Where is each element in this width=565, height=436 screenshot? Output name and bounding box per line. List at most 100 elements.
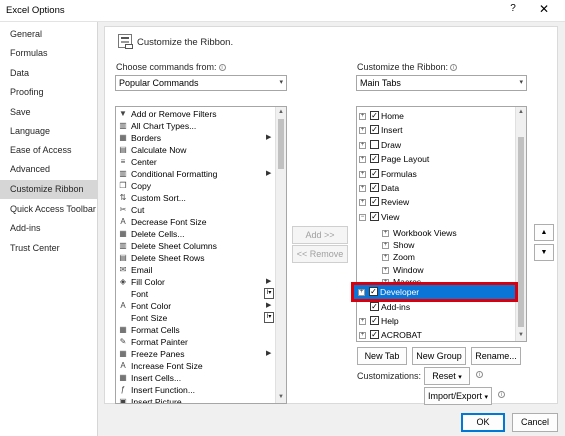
command-item[interactable]: ✉ Email — [118, 264, 278, 276]
command-item[interactable]: ✂ Cut — [118, 204, 278, 216]
tab-checkbox[interactable]: ✓ — [370, 111, 379, 120]
command-item[interactable]: Font Size I▾ — [118, 312, 278, 324]
expand-icon[interactable]: + — [359, 127, 366, 135]
expand-icon[interactable]: + — [359, 185, 366, 192]
scroll-down-icon[interactable]: ▼ — [516, 330, 526, 341]
tab-checkbox[interactable]: ✓ — [370, 197, 379, 207]
sidebar-item-ease-of-access[interactable]: Ease of Access — [0, 141, 97, 160]
scroll-thumb[interactable] — [278, 119, 284, 169]
sidebar-item-save[interactable]: Save — [0, 103, 97, 122]
tab-checkbox[interactable]: ✓ — [370, 330, 379, 339]
command-label: Borders — [131, 133, 162, 143]
sidebar-item-advanced[interactable]: Advanced — [0, 160, 97, 179]
expand-icon[interactable]: + — [359, 332, 366, 339]
command-item[interactable]: ≡ Center — [118, 156, 278, 168]
remove-button[interactable]: << Remove — [292, 245, 348, 263]
tab-checkbox[interactable]: ✓ — [370, 316, 379, 325]
sidebar-item-quick-access-toolbar[interactable]: Quick Access Toolbar — [0, 200, 97, 219]
tab-checkbox[interactable] — [370, 139, 379, 149]
ok-button[interactable]: OK — [461, 413, 505, 432]
expand-icon[interactable]: + — [382, 230, 389, 237]
expand-icon[interactable]: + — [382, 266, 389, 274]
tab-insert[interactable]: + ✓ Insert — [359, 124, 509, 136]
tab-review[interactable]: + ✓ Review — [359, 196, 509, 208]
expand-icon[interactable]: + — [359, 199, 366, 207]
tab-checkbox[interactable]: ✓ — [370, 168, 379, 178]
group-item[interactable]: + Workbook Views — [382, 227, 502, 239]
reset-button[interactable]: Reset ▾ — [424, 367, 470, 385]
commands-list[interactable]: ▲ ▼ ▼ Add or Remove Filters ▥ All Chart Typ… — [115, 106, 287, 404]
command-item[interactable]: ▥ All Chart Types... — [118, 120, 278, 132]
tab-acrobat[interactable]: + ✓ ACROBAT — [359, 329, 509, 341]
expand-icon[interactable]: + — [359, 141, 366, 149]
tabs-scrollbar[interactable]: ▲ ▼ — [515, 107, 526, 341]
tab-help[interactable]: + ✓ Help — [359, 315, 509, 327]
expand-icon[interactable]: − — [359, 213, 366, 221]
new-tab-button[interactable]: New Tab — [357, 347, 407, 365]
help-button[interactable]: ? — [504, 3, 522, 19]
command-item[interactable]: ▦ Delete Cells... — [118, 228, 278, 240]
command-item[interactable]: A Decrease Font Size — [118, 216, 278, 228]
move-down-button[interactable]: ▼ — [534, 244, 554, 261]
command-item[interactable]: ◈ Fill Color ▶ — [118, 276, 278, 288]
tab-data[interactable]: + ✓ Data — [359, 182, 509, 194]
command-item[interactable]: ▥ Conditional Formatting ▶ — [118, 168, 278, 180]
expand-icon[interactable]: + — [359, 170, 366, 178]
expand-icon[interactable]: + — [382, 254, 389, 262]
sidebar-item-proofing[interactable]: Proofing — [0, 83, 97, 102]
expand-icon[interactable]: + — [382, 242, 389, 250]
sidebar-item-trust-center[interactable]: Trust Center — [0, 239, 97, 258]
add-button[interactable]: Add >> — [292, 226, 348, 244]
command-item[interactable]: ✎ Format Painter — [118, 336, 278, 348]
group-item[interactable]: + Zoom — [382, 251, 502, 263]
tab-checkbox[interactable]: ✓ — [370, 211, 379, 221]
tab-checkbox[interactable]: ✓ — [370, 154, 379, 164]
command-item[interactable]: ƒ Insert Function... — [118, 384, 278, 396]
command-item[interactable]: ▤ Calculate Now — [118, 144, 278, 156]
group-item[interactable]: + Window — [382, 264, 502, 276]
expand-icon[interactable]: + — [359, 156, 366, 164]
command-item[interactable]: ▦ Borders ▶ — [118, 132, 278, 144]
sidebar-item-formulas[interactable]: Formulas — [0, 44, 97, 63]
tab-add-ins[interactable]: ✓ Add-ins — [359, 301, 509, 313]
command-item[interactable]: Font I▾ — [118, 288, 278, 300]
customize-ribbon-dropdown[interactable]: Main Tabs ▾ — [356, 75, 527, 91]
scroll-up-icon[interactable]: ▲ — [516, 107, 526, 118]
sidebar-item-language[interactable]: Language — [0, 122, 97, 141]
command-item[interactable]: ▦ Format Cells — [118, 324, 278, 336]
expand-icon[interactable]: + — [359, 113, 366, 120]
sidebar-item-general[interactable]: General — [0, 25, 97, 44]
move-up-button[interactable]: ▲ — [534, 224, 554, 241]
command-item[interactable]: ▼ Add or Remove Filters — [118, 108, 278, 120]
command-item[interactable]: ▦ Freeze Panes ▶ — [118, 348, 278, 360]
command-item[interactable]: A Increase Font Size — [118, 360, 278, 372]
rename-button[interactable]: Rename... — [471, 347, 521, 365]
sidebar-item-data[interactable]: Data — [0, 64, 97, 83]
expand-icon[interactable]: + — [359, 318, 366, 325]
sidebar-item-add-ins[interactable]: Add-ins — [0, 219, 97, 238]
cancel-button[interactable]: Cancel — [512, 413, 558, 432]
group-item[interactable]: + Show — [382, 239, 502, 251]
ribbon-tabs-tree[interactable]: ▲ ▼ + ✓ Home + ✓ Insert + Draw + ✓ Page Layout + ✓ Fo… — [356, 106, 527, 342]
command-item[interactable]: ❐ Copy — [118, 180, 278, 192]
command-item[interactable]: ⇅ Custom Sort... — [118, 192, 278, 204]
tab-home[interactable]: + ✓ Home — [359, 110, 509, 122]
tab-page-layout[interactable]: + ✓ Page Layout — [359, 153, 509, 165]
tab-view[interactable]: − ✓ View — [359, 211, 509, 223]
tab-checkbox[interactable]: ✓ — [370, 302, 379, 311]
command-item[interactable]: ▥ Delete Sheet Columns — [118, 240, 278, 252]
close-icon[interactable]: ✕ — [533, 2, 555, 20]
new-group-button[interactable]: New Group — [412, 347, 466, 365]
command-item[interactable]: A Font Color ▶ — [118, 300, 278, 312]
tab-formulas[interactable]: + ✓ Formulas — [359, 168, 509, 180]
command-item[interactable]: ▤ Delete Sheet Rows — [118, 252, 278, 264]
sidebar-item-customize-ribbon[interactable]: Customize Ribbon — [0, 180, 97, 199]
import-export-button[interactable]: Import/Export ▾ — [424, 387, 492, 405]
tab-checkbox[interactable]: ✓ — [370, 125, 379, 135]
command-item[interactable]: ▦ Insert Cells... — [118, 372, 278, 384]
tab-draw[interactable]: + Draw — [359, 139, 509, 151]
choose-commands-dropdown[interactable]: Popular Commands ▾ — [115, 75, 287, 91]
scroll-thumb[interactable] — [518, 137, 524, 327]
tab-checkbox[interactable]: ✓ — [370, 183, 379, 192]
command-item[interactable]: ▣ Insert Picture — [118, 396, 278, 403]
